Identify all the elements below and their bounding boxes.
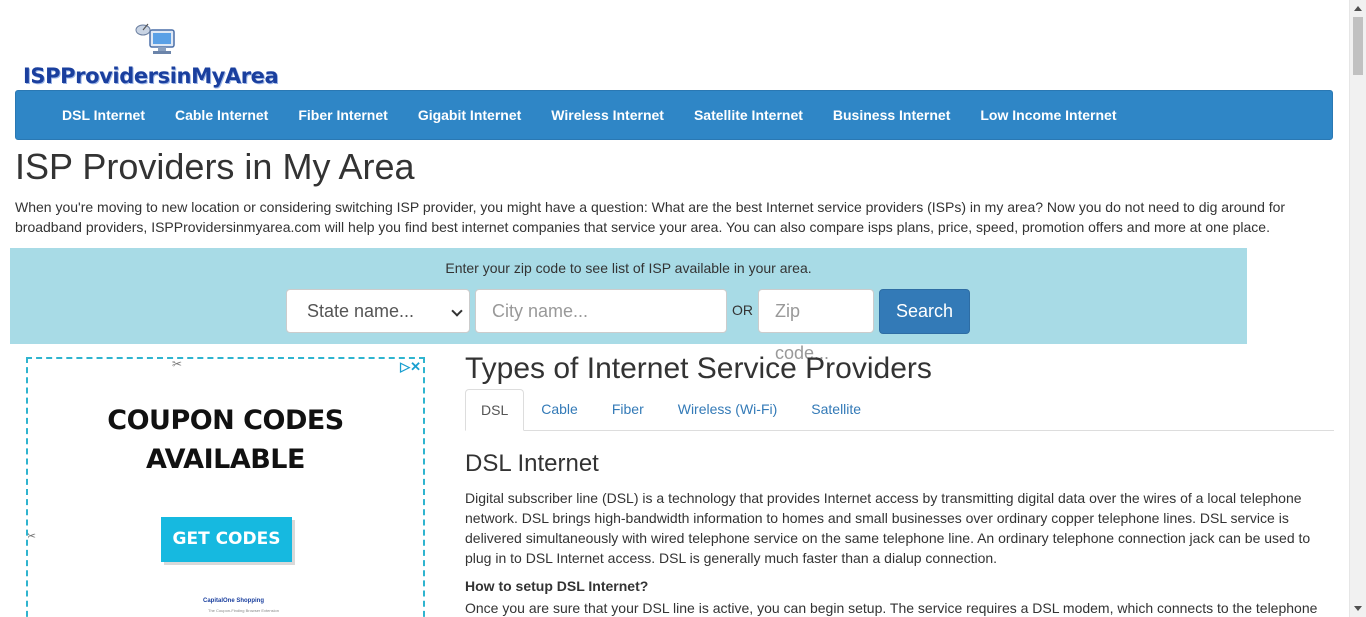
scissors-icon: ✂ (26, 529, 37, 543)
isp-type-tabs: DSL Cable Fiber Wireless (Wi-Fi) Satelli… (465, 389, 1334, 431)
scissors-icon: ✂ (172, 357, 183, 371)
computer-satellite-icon (135, 23, 175, 54)
tab-fiber[interactable]: Fiber (595, 389, 661, 430)
setup-body: Once you are sure that your DSL line is … (465, 600, 1318, 616)
search-prompt: Enter your zip code to see list of ISP a… (445, 260, 812, 276)
search-button[interactable]: Search (879, 289, 970, 334)
ad-title-line2: AVAILABLE (146, 444, 305, 475)
city-input[interactable]: City name... (475, 289, 727, 333)
state-select-value: State name... (307, 301, 415, 321)
ad-title-line1: COUPON CODES (107, 405, 344, 436)
nav-item-business-internet[interactable]: Business Internet (818, 91, 965, 139)
nav-item-dsl-internet[interactable]: DSL Internet (47, 91, 160, 139)
section-body: Digital subscriber line (DSL) is a techn… (465, 490, 1311, 566)
page-title: ISP Providers in My Area (15, 146, 415, 187)
tab-cable[interactable]: Cable (524, 389, 595, 430)
scroll-down-icon[interactable] (1354, 606, 1362, 611)
main-navbar: DSL Internet Cable Internet Fiber Intern… (15, 90, 1333, 140)
tab-satellite[interactable]: Satellite (794, 389, 878, 430)
nav-item-cable-internet[interactable]: Cable Internet (160, 91, 283, 139)
zip-input[interactable]: Zip code... (758, 289, 874, 363)
vertical-scrollbar[interactable] (1349, 0, 1366, 617)
scrollbar-thumb[interactable] (1353, 17, 1363, 75)
logo-text: ISPProvidersinMyArea (23, 64, 279, 88)
section-title: DSL Internet (465, 450, 599, 477)
get-codes-button[interactable]: GET CODES (161, 517, 292, 562)
nav-item-gigabit-internet[interactable]: Gigabit Internet (403, 91, 536, 139)
tab-dsl[interactable]: DSL (465, 389, 525, 431)
ad-title: COUPON CODES AVAILABLE (28, 401, 423, 479)
ad-brand: CapitalOne Shopping (203, 598, 264, 604)
site-logo[interactable]: ISPProvidersinMyArea (20, 18, 330, 88)
ad-choices-icon[interactable]: ▷✕ (400, 359, 421, 375)
ad-brand-sub: The Coupon-Finding Browser Extension (208, 608, 279, 613)
ad-banner[interactable]: ▷✕ ✂ ✂ COUPON CODES AVAILABLE GET CODES … (26, 357, 425, 617)
chevron-down-icon (451, 305, 463, 317)
state-select[interactable]: State name... (286, 289, 470, 333)
scroll-up-icon[interactable] (1354, 6, 1362, 11)
intro-paragraph: When you're moving to new location or co… (15, 199, 1286, 235)
setup-title: How to setup DSL Internet? (465, 578, 649, 594)
nav-item-low-income-internet[interactable]: Low Income Internet (965, 91, 1131, 139)
nav-item-satellite-internet[interactable]: Satellite Internet (679, 91, 818, 139)
nav-item-fiber-internet[interactable]: Fiber Internet (283, 91, 402, 139)
types-title: Types of Internet Service Providers (465, 352, 932, 385)
nav-item-wireless-internet[interactable]: Wireless Internet (536, 91, 679, 139)
search-band: Enter your zip code to see list of ISP a… (10, 248, 1247, 363)
nav-list: DSL Internet Cable Internet Fiber Intern… (16, 91, 1332, 139)
or-label: OR (732, 302, 753, 318)
tab-wireless[interactable]: Wireless (Wi-Fi) (661, 389, 795, 430)
